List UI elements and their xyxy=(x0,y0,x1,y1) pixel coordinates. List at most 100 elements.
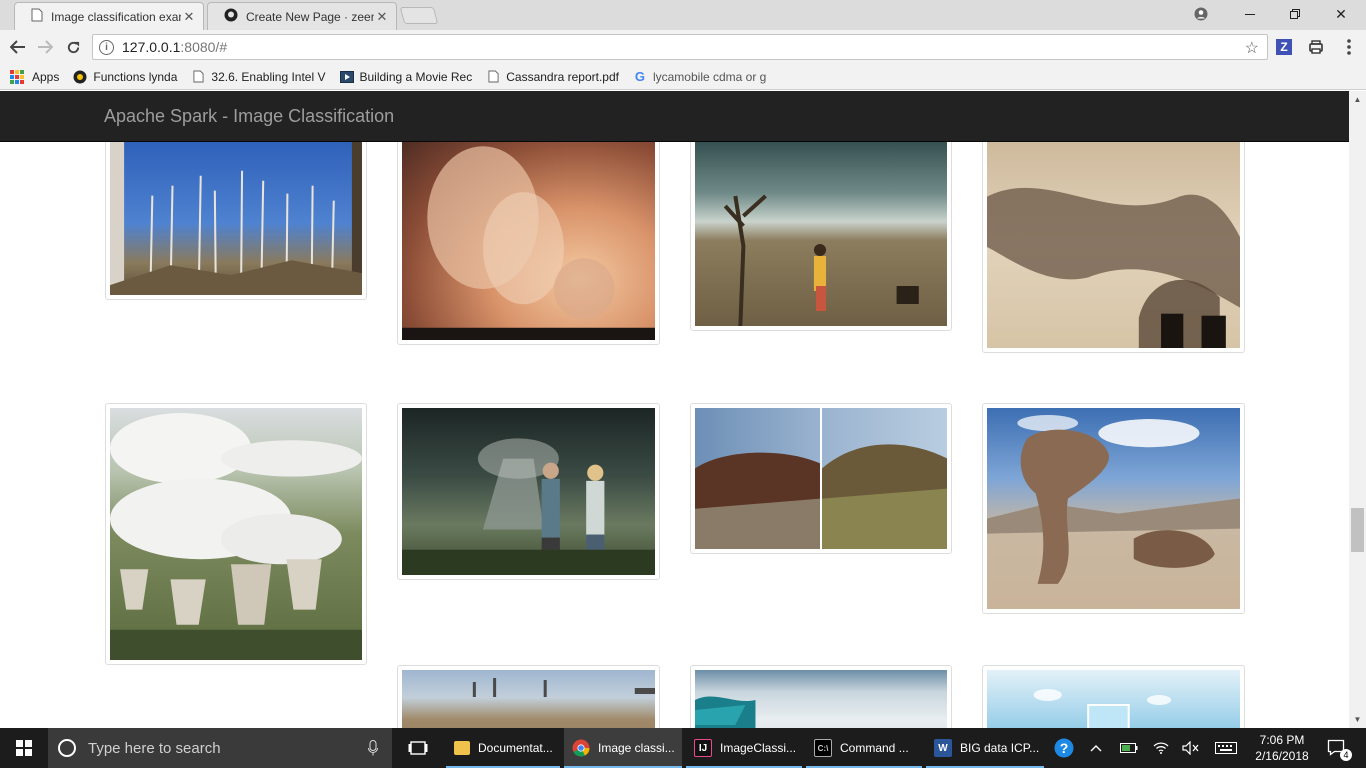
action-center-icon[interactable]: 4 xyxy=(1320,728,1354,768)
image-industrial-landscape xyxy=(402,670,655,728)
image-smokestacks-sepia xyxy=(987,136,1240,348)
taskbar-app-documentation[interactable]: Documentat... xyxy=(446,728,560,768)
word-icon: W xyxy=(934,739,952,757)
bookmark-label: Building a Movie Rec xyxy=(359,69,473,84)
close-window-icon[interactable]: ✕ xyxy=(1318,0,1364,28)
tab-create-new-page[interactable]: Create New Page · zeena ✕ xyxy=(207,2,397,30)
lynda-icon xyxy=(73,70,87,84)
image-thumbnail-power-plant-smoke[interactable] xyxy=(397,131,660,345)
github-icon xyxy=(224,8,238,25)
windows-taskbar: Type here to search Documentat... Image … xyxy=(0,728,1366,768)
image-thumbnail-industrial[interactable] xyxy=(397,665,660,728)
bookmark-enabling-intel[interactable]: 32.6. Enabling Intel V xyxy=(191,70,326,84)
page-navbar: Apache Spark - Image Classification xyxy=(0,91,1349,142)
image-thumbnail-couple-gas-masks[interactable] xyxy=(397,403,660,580)
image-melting-ice xyxy=(695,670,947,728)
bookmark-label: Apps xyxy=(32,69,60,84)
intellij-icon: IJ xyxy=(694,739,712,757)
browser-toolbar: i 127.0.0.1:8080/# ☆ Z xyxy=(0,30,1366,64)
tab-close-icon[interactable]: ✕ xyxy=(181,9,197,25)
bookmark-movie-recommender[interactable]: Building a Movie Rec xyxy=(339,69,473,84)
taskbar-app-label: Command ... xyxy=(840,741,909,755)
tab-image-classification[interactable]: Image classification exan ✕ xyxy=(14,2,204,30)
page-icon xyxy=(191,70,205,84)
bookmark-label: lycamobile cdma or g xyxy=(652,69,767,84)
volume-muted-icon[interactable] xyxy=(1180,728,1202,768)
notification-count-badge: 4 xyxy=(1340,749,1352,761)
windows-logo-icon xyxy=(16,740,32,756)
svg-text:?: ? xyxy=(1060,740,1069,756)
cortana-icon xyxy=(58,739,76,757)
taskbar-app-chrome[interactable]: Image classi... xyxy=(564,728,682,768)
help-icon[interactable]: ? xyxy=(1050,728,1078,768)
bookmark-lycamobile[interactable]: G lycamobile cdma or g xyxy=(633,69,767,84)
reload-icon[interactable] xyxy=(62,36,84,58)
image-thumbnail-dead-forest[interactable] xyxy=(105,131,367,300)
page-viewport: Apache Spark - Image Classification xyxy=(0,91,1349,728)
zotero-extension-icon[interactable]: Z xyxy=(1276,39,1292,55)
tab-title: Create New Page · zeena xyxy=(246,9,374,24)
image-eroded-soil-comparison xyxy=(695,408,947,549)
bookmark-star-icon[interactable]: ☆ xyxy=(1245,38,1259,58)
image-child-in-barren-land xyxy=(695,136,947,326)
tab-title: Image classification exan xyxy=(51,9,181,24)
back-arrow-icon[interactable] xyxy=(7,36,29,58)
start-button[interactable] xyxy=(0,728,48,768)
image-desert-rock-tree xyxy=(987,408,1240,609)
folder-icon xyxy=(454,741,470,755)
taskbar-app-word[interactable]: W BIG data ICP... xyxy=(926,728,1044,768)
image-cooling-towers-aerial xyxy=(110,408,362,660)
taskbar-app-label: Documentat... xyxy=(478,741,553,755)
bookmark-cassandra-report[interactable]: Cassandra report.pdf xyxy=(486,70,619,84)
chrome-icon xyxy=(572,739,590,757)
print-extension-icon[interactable] xyxy=(1305,36,1327,58)
scrollbar-thumb[interactable] xyxy=(1351,508,1364,552)
profile-icon[interactable] xyxy=(1178,0,1224,28)
restore-icon[interactable] xyxy=(1272,0,1318,28)
image-thumbnail-cooling-towers[interactable] xyxy=(105,403,367,665)
keyboard-icon[interactable] xyxy=(1212,728,1240,768)
clock-date: 2/16/2018 xyxy=(1255,749,1309,763)
taskbar-app-intellij[interactable]: IJ ImageClassi... xyxy=(686,728,802,768)
battery-icon[interactable] xyxy=(1118,728,1140,768)
menu-kebab-icon[interactable] xyxy=(1338,36,1360,58)
new-tab-button[interactable] xyxy=(399,7,439,24)
info-icon[interactable]: i xyxy=(99,39,114,55)
minimize-icon[interactable] xyxy=(1227,0,1273,28)
google-icon: G xyxy=(634,69,646,84)
image-couple-with-gas-masks xyxy=(402,408,655,575)
page-icon xyxy=(31,8,43,25)
address-bar[interactable]: i 127.0.0.1:8080/# ☆ xyxy=(92,34,1268,60)
microphone-icon[interactable] xyxy=(368,740,378,759)
bookmark-apps[interactable]: Apps xyxy=(10,69,60,84)
search-placeholder: Type here to search xyxy=(88,739,221,757)
image-thumbnail-smokestacks[interactable] xyxy=(982,131,1245,353)
show-hidden-icons-chevron-icon[interactable] xyxy=(1086,728,1106,768)
taskbar-app-command-prompt[interactable]: C:\ Command ... xyxy=(806,728,922,768)
image-thumbnail-desert-rock[interactable] xyxy=(982,403,1245,614)
cmd-icon: C:\ xyxy=(814,739,832,757)
bookmark-functions-lynda[interactable]: Functions lynda xyxy=(73,70,177,84)
bookmark-label: Cassandra report.pdf xyxy=(506,69,619,84)
wifi-icon[interactable] xyxy=(1150,728,1172,768)
bookmarks-bar: Apps Functions lynda 32.6. Enabling Inte… xyxy=(0,64,1366,90)
image-ice-cube-water xyxy=(987,670,1240,728)
taskbar-search[interactable]: Type here to search xyxy=(48,728,392,768)
scroll-up-arrow-icon[interactable]: ▲ xyxy=(1349,91,1366,108)
image-thumbnail-eroded-soil[interactable] xyxy=(690,403,952,554)
image-thumbnail-child-barren-land[interactable] xyxy=(690,131,952,331)
tab-close-icon[interactable]: ✕ xyxy=(374,9,390,25)
video-icon xyxy=(339,70,354,84)
image-thumbnail-ice-cube[interactable] xyxy=(982,665,1245,728)
url-host: 127.0.0.1 xyxy=(122,39,181,55)
page-scrollbar[interactable]: ▲ ▼ xyxy=(1349,91,1366,728)
apps-grid-icon xyxy=(10,69,24,84)
task-view-icon[interactable] xyxy=(400,728,436,768)
image-thumbnail-melting-ice[interactable] xyxy=(690,665,952,728)
forward-arrow-icon[interactable] xyxy=(34,36,56,58)
taskbar-app-label: BIG data ICP... xyxy=(960,741,1040,755)
system-clock[interactable]: 7:06 PM 2/16/2018 xyxy=(1252,732,1312,764)
navbar-brand[interactable]: Apache Spark - Image Classification xyxy=(104,106,394,127)
scroll-down-arrow-icon[interactable]: ▼ xyxy=(1349,711,1366,728)
taskbar-app-label: Image classi... xyxy=(598,741,675,755)
